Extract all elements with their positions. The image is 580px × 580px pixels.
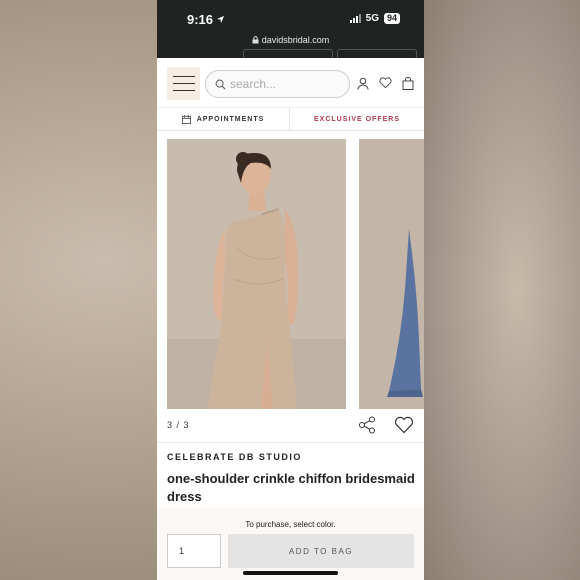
model-photo [167,139,346,409]
add-to-bag-button[interactable]: ADD TO BAG [228,534,414,568]
background-right [424,0,580,580]
url-text: davidsbridal.com [261,35,330,45]
lock-icon [252,36,259,44]
appointments-link[interactable]: APPOINTMENTS [157,108,290,130]
time-text: 9:16 [187,12,214,27]
product-title: one-shoulder crinkle chiffon bridesmaid … [167,471,415,504]
tab-peek [337,49,417,58]
phone-screen: 9:16 5G 94 davidsbridal.com search... AP… [157,0,424,580]
menu-button[interactable] [167,67,200,100]
search-box[interactable] [205,70,350,98]
wishlist-heart-icon[interactable] [379,77,392,89]
status-bar: 9:16 5G 94 davidsbridal.com [157,0,424,58]
favorite-button[interactable] [394,416,414,439]
next-product-image[interactable] [359,139,424,409]
battery-icon: 94 [383,13,400,24]
purchase-bar: To purchase, select color. 1 ADD TO BAG [157,508,424,580]
product-gallery[interactable] [157,131,424,409]
signal-icon [349,14,361,23]
search-icon [215,79,226,90]
offers-label: EXCLUSIVE OFFERS [313,115,400,123]
hamburger-icon [172,76,195,77]
product-brand[interactable]: CELEBRATE DB STUDIO [167,452,302,462]
heart-icon [394,416,414,434]
header-icons [357,77,414,90]
shopping-bag-icon[interactable] [402,77,414,90]
quantity-field[interactable]: 1 [167,534,221,568]
promo-bar: APPOINTMENTS EXCLUSIVE OFFERS [157,108,424,131]
account-icon[interactable] [357,77,369,90]
product-image[interactable] [167,139,346,409]
location-arrow-icon [216,15,225,24]
exclusive-offers-link[interactable]: EXCLUSIVE OFFERS [290,108,424,130]
appointments-label: APPOINTMENTS [196,115,265,123]
site-header [157,58,424,108]
url-bar[interactable]: davidsbridal.com [157,35,424,45]
divider [157,442,424,443]
status-time: 9:16 [187,12,225,27]
status-indicators: 5G 94 [349,13,400,24]
share-icon [359,416,375,434]
home-indicator[interactable] [243,571,338,575]
image-pager: 3 / 3 [167,420,190,430]
purchase-notice: To purchase, select color. [245,520,336,529]
network-label: 5G [365,13,379,24]
calendar-icon [181,114,191,124]
tab-peek [243,49,333,58]
search-input[interactable] [230,77,330,91]
share-button[interactable] [358,416,376,439]
blue-dress-photo [359,139,424,409]
